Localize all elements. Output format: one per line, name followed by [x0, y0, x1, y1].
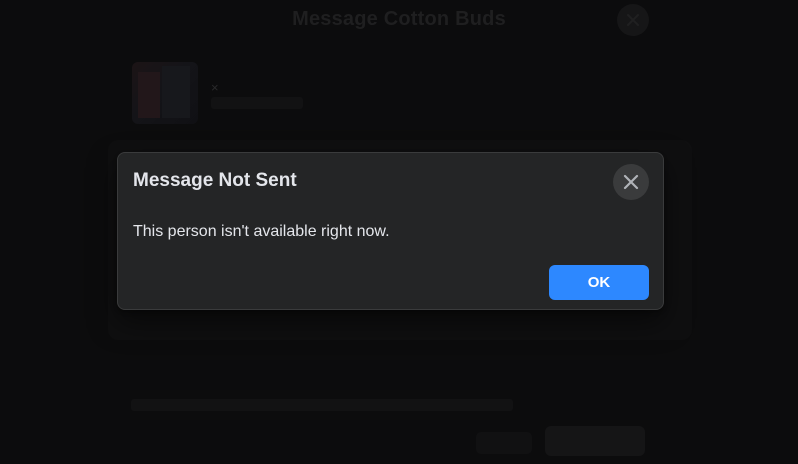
dialog-message: This person isn't available right now. — [133, 223, 390, 240]
background-item-subtitle — [211, 97, 303, 109]
dialog-title: Message Not Sent — [133, 170, 297, 191]
message-not-sent-dialog: Message Not Sent This person isn't avail… — [117, 152, 664, 310]
screen: Message Cotton Buds × Message Not Sent T… — [0, 0, 798, 464]
ok-button[interactable]: OK — [549, 265, 649, 300]
dialog-close-button[interactable] — [613, 164, 649, 200]
background-send-button — [545, 426, 645, 456]
background-footer-text — [131, 399, 513, 411]
background-secondary-button — [476, 432, 532, 454]
close-icon — [627, 14, 639, 26]
close-icon — [623, 174, 639, 190]
background-item-thumbnail — [132, 62, 198, 124]
background-page-title: Message Cotton Buds — [292, 8, 506, 30]
background-item-remove-icon: × — [211, 80, 219, 95]
background-close-button — [617, 4, 649, 36]
